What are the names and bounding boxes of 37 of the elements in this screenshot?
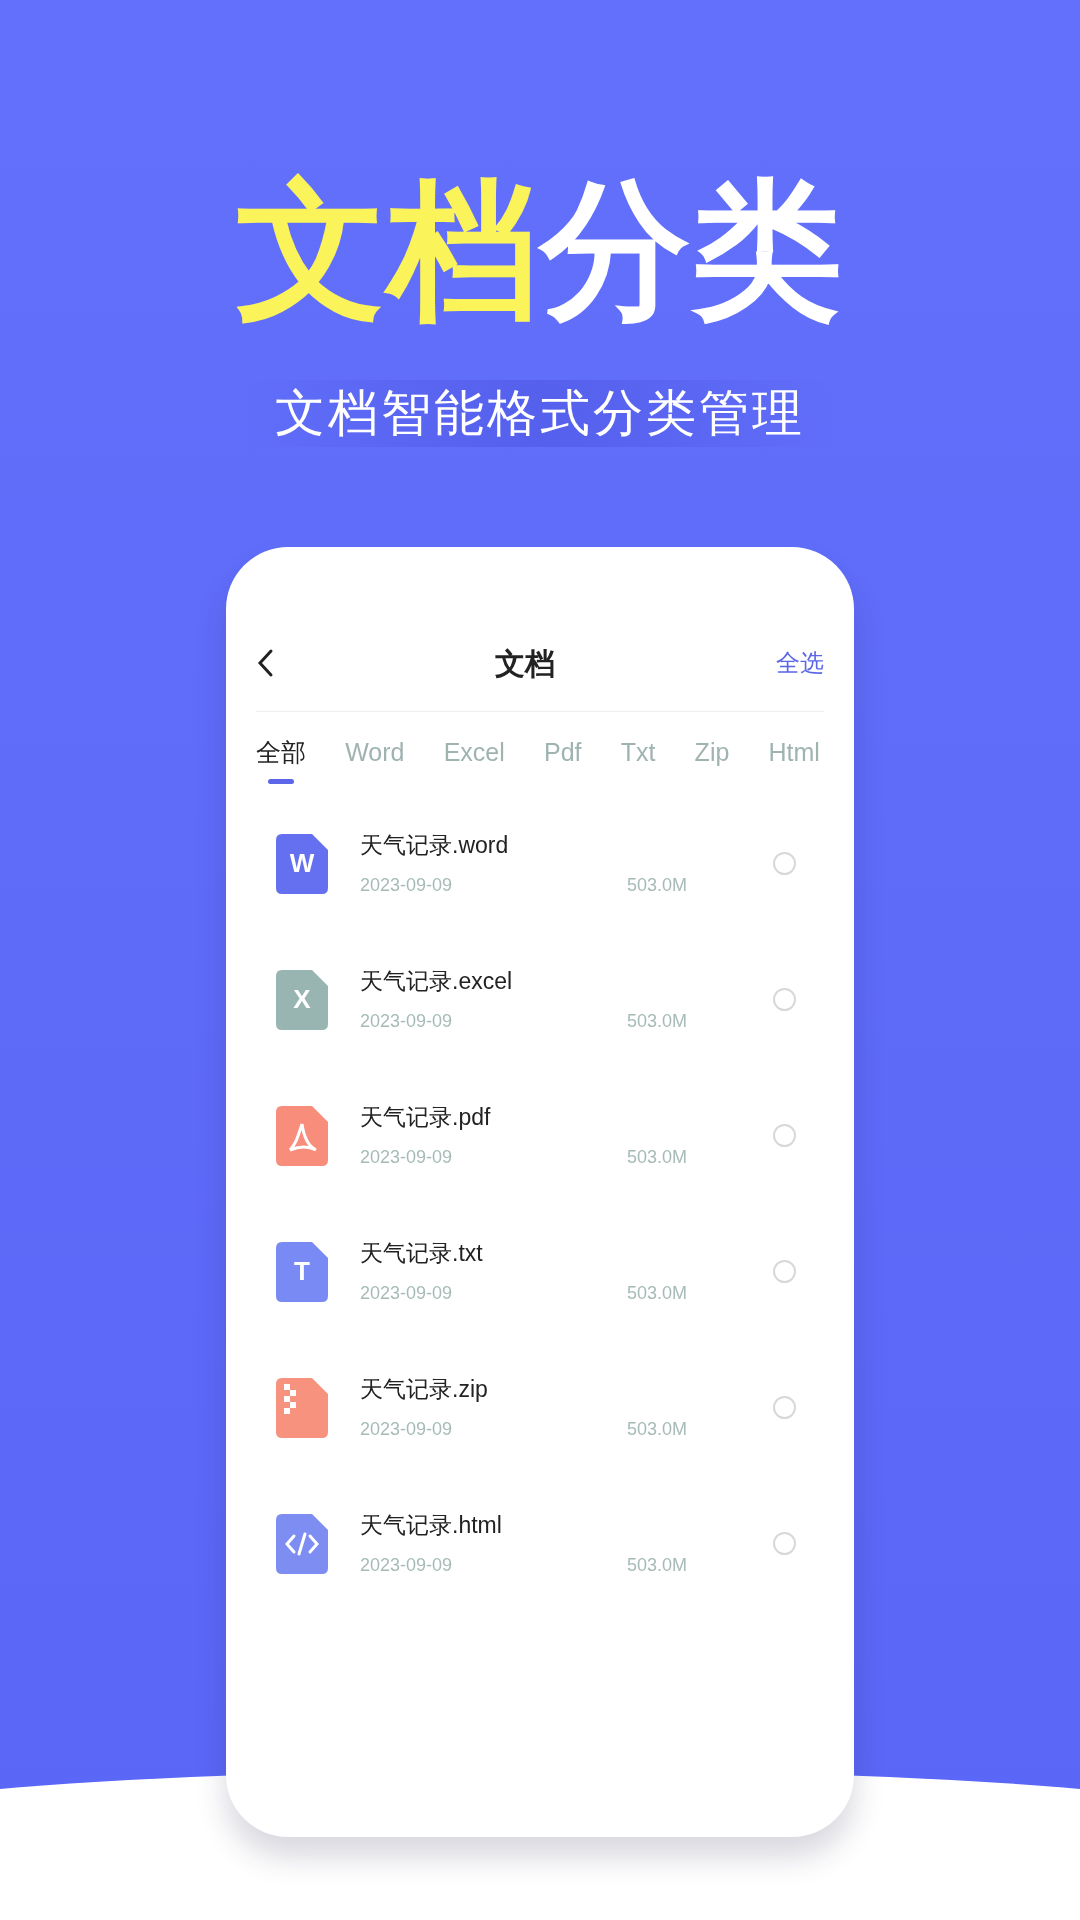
file-date: 2023-09-09: [360, 874, 454, 898]
file-size: 503.0M: [627, 874, 688, 898]
category-tab[interactable]: 全部: [256, 734, 306, 788]
back-icon[interactable]: [256, 648, 274, 678]
select-all-link[interactable]: 全选: [776, 645, 824, 681]
category-tab[interactable]: Excel: [443, 734, 505, 788]
file-date: 2023-09-09: [360, 1554, 454, 1578]
file-icon: W: [276, 833, 328, 894]
file-icon: X: [276, 969, 328, 1030]
category-tab[interactable]: Pdf: [544, 734, 582, 788]
category-tab[interactable]: Txt: [620, 734, 656, 788]
file-date: 2023-09-09: [360, 1010, 454, 1034]
category-tab[interactable]: Html: [768, 734, 820, 788]
file-date: 2023-09-09: [360, 1418, 454, 1442]
select-radio[interactable]: [773, 1260, 796, 1283]
category-tab[interactable]: Word: [345, 734, 405, 788]
select-radio[interactable]: [773, 852, 796, 875]
file-name: 天气记录.html: [360, 1510, 503, 1540]
file-date: 2023-09-09: [360, 1146, 454, 1170]
select-radio[interactable]: [773, 988, 796, 1011]
select-radio[interactable]: [773, 1124, 796, 1147]
category-tab[interactable]: Zip: [694, 734, 730, 788]
file-date: 2023-09-09: [360, 1282, 454, 1306]
file-size: 503.0M: [627, 1554, 688, 1578]
file-name: 天气记录.pdf: [360, 1102, 492, 1132]
file-name: 天气记录.excel: [360, 966, 514, 996]
file-name: 天气记录.txt: [360, 1238, 484, 1268]
file-name: 天气记录.zip: [360, 1374, 489, 1404]
file-size: 503.0M: [627, 1282, 688, 1306]
file-name: 天气记录.word: [360, 830, 510, 860]
file-size: 503.0M: [627, 1146, 688, 1170]
page-title: 文档: [495, 645, 555, 682]
file-size: 503.0M: [627, 1418, 688, 1442]
select-radio[interactable]: [773, 1396, 796, 1419]
file-icon: T: [276, 1241, 328, 1302]
file-size: 503.0M: [627, 1010, 688, 1034]
select-radio[interactable]: [773, 1532, 796, 1555]
